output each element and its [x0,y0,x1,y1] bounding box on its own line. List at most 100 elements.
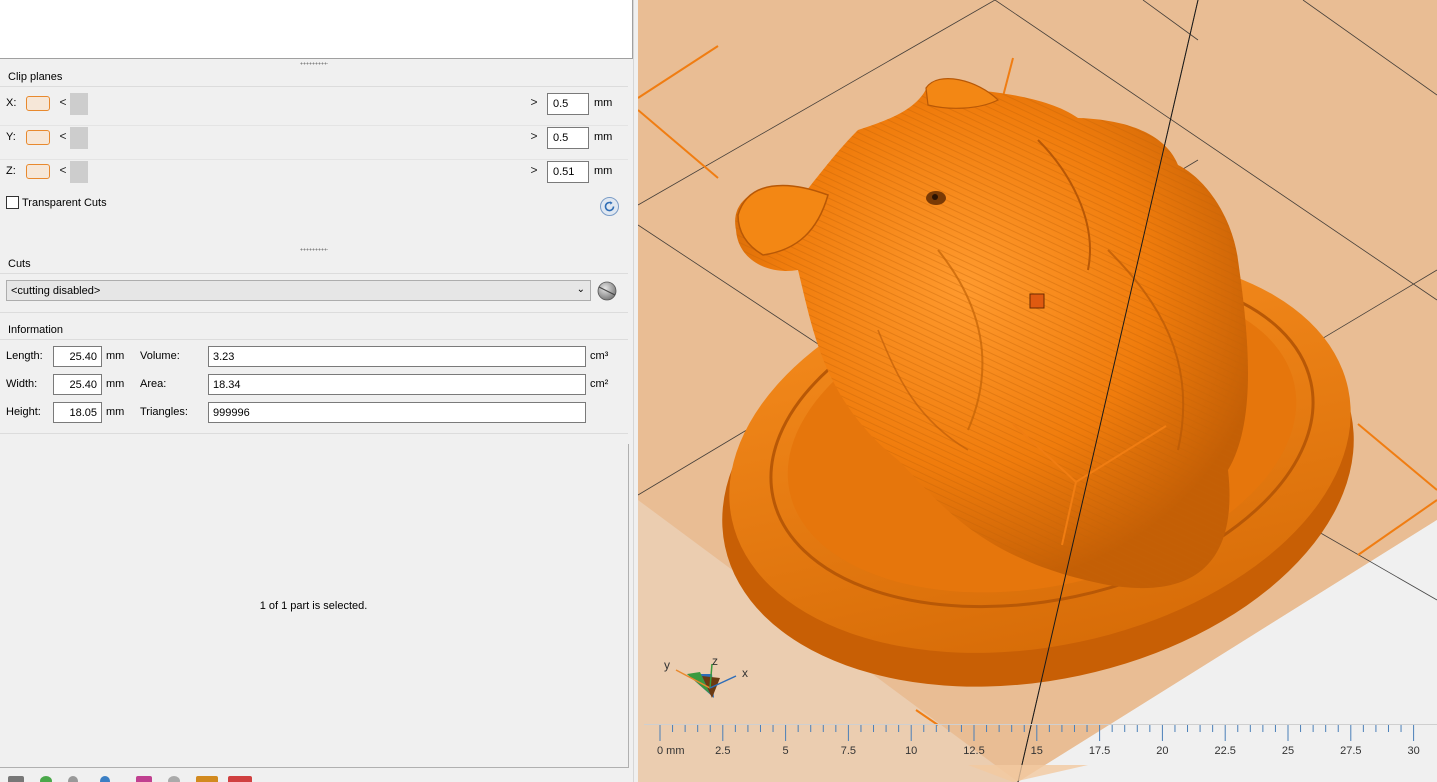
scene-render[interactable] [638,0,1437,782]
length-unit: mm [106,350,125,362]
ruler-tick-label: 5 [782,745,789,757]
refresh-icon [604,201,615,212]
ruler-tick-label: 15 [1030,745,1043,757]
height-label: Height: [6,406,41,418]
divider [0,312,628,313]
clip-planes-title: Clip planes [8,71,63,83]
clip-x-decrement-arrow[interactable]: < [58,95,68,109]
tool-icon[interactable] [196,776,218,782]
divider [0,339,628,340]
bottom-toolbar [0,770,634,782]
parts-list[interactable] [0,0,633,59]
clip-z-slider-thumb[interactable] [70,161,88,183]
ruler-tick-label: 0 mm [657,745,685,757]
ruler-tick-label: 20 [1156,745,1169,757]
clip-y-color-button[interactable] [26,130,50,145]
length-value: 25.40 [53,346,102,367]
area-unit: cm² [590,378,609,390]
ruler-tick-label: 22.5 [1214,745,1236,757]
selection-status-text: 1 of 1 part is selected. [259,600,368,612]
cuts-dropdown-value: <cutting disabled> [11,285,101,297]
tool-icon[interactable] [8,776,24,782]
clip-x-slider-thumb[interactable] [70,93,88,115]
clip-z-color-button[interactable] [26,164,50,179]
clip-y-slider-thumb[interactable] [70,127,88,149]
ruler-ticks [644,724,1437,741]
app-window: Clip planes X: < > 0.5 mm Y: < > 0.5 mm … [0,0,1437,782]
ruler-tick-label: 7.5 [840,745,857,757]
divider [0,433,628,434]
area-value: 18.34 [208,374,586,395]
clip-z-decrement-arrow[interactable]: < [58,163,68,177]
clip-z-unit: mm [594,165,613,177]
divider [0,86,628,87]
transparent-cuts-label[interactable]: Transparent Cuts [22,197,107,209]
clip-row-y: Y: < > 0.5 mm [0,123,628,153]
splitter-handle[interactable] [300,248,328,251]
3d-viewport[interactable]: y z x 0 mm 2.5 5 7.5 10 12.5 15 17.5 20 22.5 25 27.… [638,0,1437,782]
clip-y-unit: mm [594,131,613,143]
axis-z-label: z [712,654,718,668]
ruler-tick-label: 30 [1407,745,1420,757]
clip-y-decrement-arrow[interactable]: < [58,129,68,143]
area-label: Area: [140,378,167,390]
volume-value: 3.23 [208,346,586,367]
tool-icon[interactable] [228,776,252,782]
tool-icon[interactable] [68,776,78,782]
selection-status-area: 1 of 1 part is selected. [0,444,629,768]
clip-x-increment-arrow[interactable]: > [529,95,539,109]
triangles-label: Triangles: [140,406,188,418]
clip-z-slider[interactable] [70,161,528,183]
clip-y-slider[interactable] [70,127,528,149]
tool-icon[interactable] [168,776,180,782]
volume-unit: cm³ [590,350,609,362]
ruler-tick-label: 25 [1281,745,1295,757]
width-value: 25.40 [53,374,102,395]
ruler-tick-label: 17.5 [1088,745,1111,757]
width-label: Width: [6,378,38,390]
transparent-cuts-row: Transparent Cuts [6,196,107,212]
properties-panel: Clip planes X: < > 0.5 mm Y: < > 0.5 mm … [0,0,634,782]
axis-x-label: x [742,666,748,680]
clip-row-z: Z: < > 0.51 mm [0,157,628,187]
tool-icon[interactable] [40,776,52,782]
transparent-cuts-checkbox[interactable] [6,196,19,209]
width-unit: mm [106,378,125,390]
clip-x-color-button[interactable] [26,96,50,111]
tool-icon[interactable] [136,776,152,782]
clip-y-label: Y: [6,131,16,143]
height-value: 18.05 [53,402,102,423]
pivot-handle[interactable] [1029,293,1045,309]
splitter-handle[interactable] [300,62,328,65]
chevron-down-icon: ⌄ [576,284,585,295]
length-label: Length: [6,350,43,362]
clip-z-label: Z: [6,165,16,177]
axis-orientation-icon [675,663,737,698]
ruler-tick-label: 27.5 [1340,745,1362,757]
clip-y-value-input[interactable]: 0.5 [547,127,589,149]
cuts-dropdown[interactable]: <cutting disabled> ⌄ [6,280,591,301]
clip-z-increment-arrow[interactable]: > [529,163,539,177]
divider [0,273,628,274]
volume-label: Volume: [140,350,180,362]
cut-tool-icon[interactable] [595,279,619,303]
reset-clip-button[interactable] [600,197,619,216]
clip-x-slider[interactable] [70,93,528,115]
clip-x-label: X: [6,97,17,109]
ruler-tick-label: 2.5 [715,745,731,757]
cuts-title: Cuts [8,258,31,270]
height-unit: mm [106,406,125,418]
clip-x-unit: mm [594,97,613,109]
axis-gizmo[interactable]: y z x [662,654,752,706]
clip-z-value-input[interactable]: 0.51 [547,161,589,183]
tool-icon[interactable] [100,776,110,782]
ruler-tick-label: 12.5 [963,745,985,757]
clip-row-x: X: < > 0.5 mm [0,89,628,119]
triangles-value: 999996 [208,402,586,423]
information-title: Information [8,324,64,336]
clip-x-value-input[interactable]: 0.5 [547,93,589,115]
ruler-tick-label: 10 [905,745,918,757]
axis-y-label: y [664,658,670,672]
measurement-ruler: 0 mm 2.5 5 7.5 10 12.5 15 17.5 20 22.5 25 27.5 30 [644,724,1437,782]
clip-y-increment-arrow[interactable]: > [529,129,539,143]
